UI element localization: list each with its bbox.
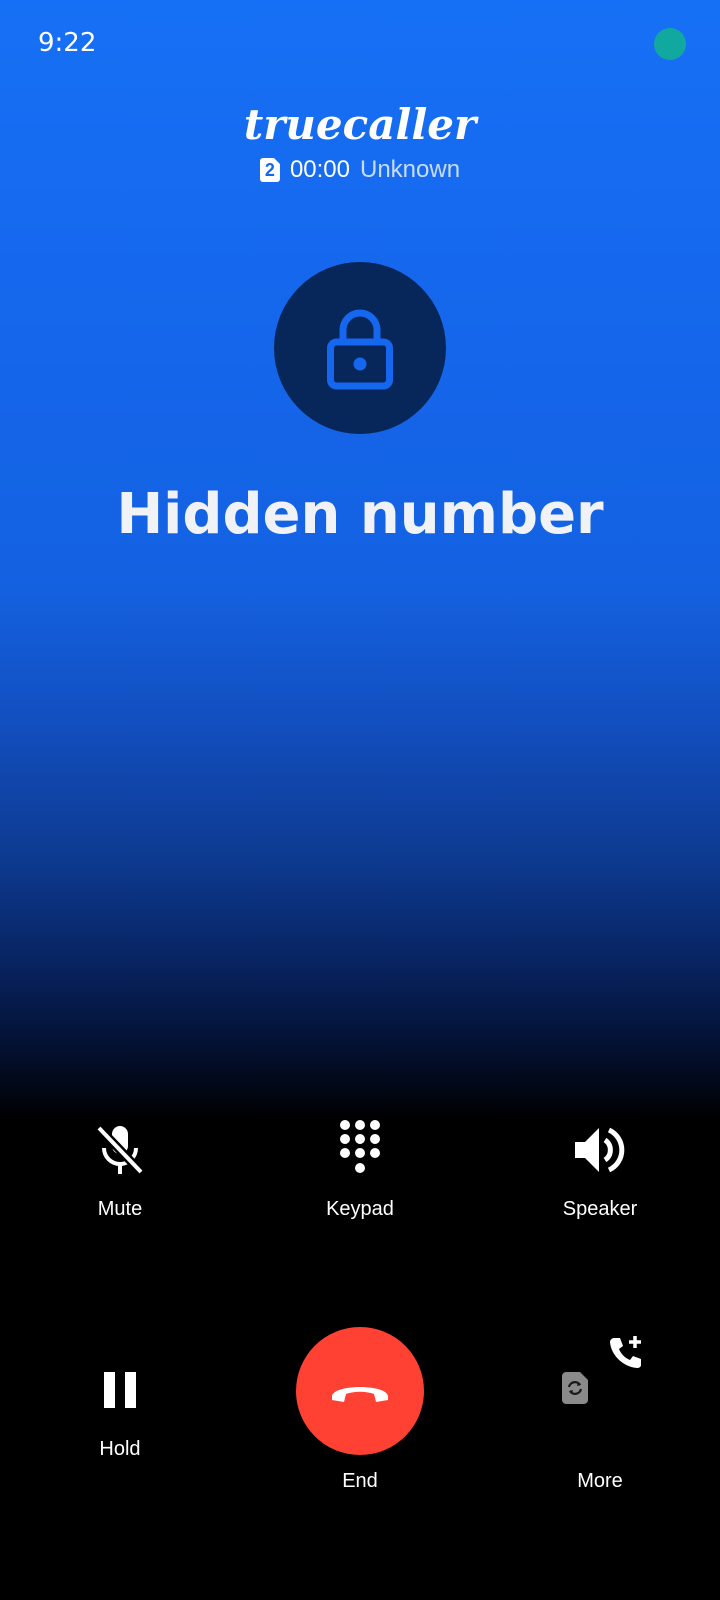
end-call-button[interactable] xyxy=(296,1327,424,1455)
end-label: End xyxy=(342,1470,378,1492)
caller-name: Hidden number xyxy=(116,482,604,547)
call-screen: 9:22 truecaller 2 00:00 Unknown Hidden n… xyxy=(0,0,720,1600)
status-indicator-icon xyxy=(654,28,694,60)
sim-card-icon: 2 xyxy=(259,158,280,182)
call-timer: 00:00 xyxy=(289,156,350,183)
phone-hangup-icon xyxy=(332,1387,388,1402)
mute-button[interactable]: Mute xyxy=(20,1110,220,1221)
swap-call-icon xyxy=(562,1372,588,1404)
call-meta: 2 00:00 Unknown xyxy=(0,156,720,184)
speaker-button[interactable]: Speaker xyxy=(500,1110,700,1221)
pause-icon xyxy=(104,1372,136,1408)
add-call-icon xyxy=(610,1336,641,1368)
dialpad-icon xyxy=(340,1120,380,1173)
speaker-icon xyxy=(575,1127,625,1173)
more-label: More xyxy=(577,1470,623,1492)
keypad-button[interactable]: Keypad xyxy=(260,1110,460,1221)
keypad-label: Keypad xyxy=(326,1198,394,1220)
caller-avatar xyxy=(274,262,446,434)
speaker-label: Speaker xyxy=(562,1198,638,1220)
hold-button[interactable]: Hold xyxy=(20,1350,220,1461)
mic-off-icon xyxy=(95,1124,145,1176)
hold-label: Hold xyxy=(99,1438,141,1460)
brand-logo: truecaller xyxy=(243,100,477,149)
mute-label: Mute xyxy=(97,1198,143,1220)
lock-icon xyxy=(327,309,393,390)
call-status: Unknown xyxy=(360,156,461,183)
more-button[interactable] xyxy=(500,1336,700,1440)
status-bar-time: 9:22 xyxy=(38,28,97,58)
